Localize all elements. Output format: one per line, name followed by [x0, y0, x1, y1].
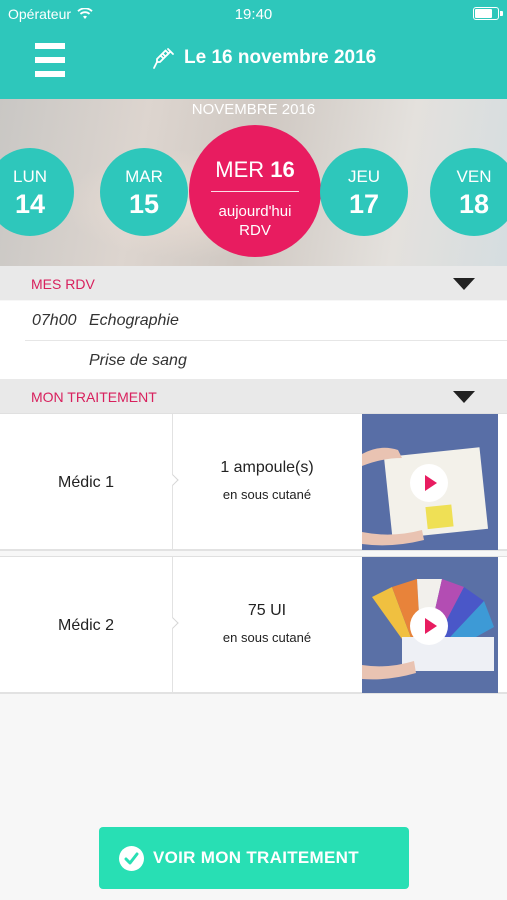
hamburger-menu-icon[interactable] [35, 43, 65, 77]
status-time: 19:40 [234, 6, 273, 23]
play-icon[interactable] [410, 607, 448, 645]
medication-route: en sous cutané [222, 487, 312, 502]
app-header: Opérateur 19:40 Le 16 novembre 2016 [0, 0, 507, 99]
battery-icon [473, 7, 503, 20]
day-name: JEU [347, 167, 381, 186]
day-number: 15 [128, 189, 160, 219]
day-number: 18 [458, 189, 490, 219]
appointment-label: Prise de sang [89, 352, 187, 369]
medication-dose: 1 ampoule(s) [220, 459, 314, 476]
treatment-title: MON TRAITEMENT [31, 389, 157, 405]
day-number: 14 [14, 189, 46, 219]
today-label: MER 16 [189, 157, 321, 183]
header-date: Le 16 novembre 2016 [184, 47, 377, 68]
syringe-icon [153, 48, 174, 69]
today-day-name: MER [215, 157, 265, 182]
today-subtitle-line1: aujourd'hui [218, 203, 292, 220]
battery-level [475, 9, 492, 18]
collapse-caret-icon[interactable] [453, 278, 475, 290]
appointment-time: 07h00 [32, 312, 77, 329]
view-treatment-button[interactable]: VOIR MON TRAITEMENT [99, 827, 409, 889]
appointment-item[interactable]: 07h00 Echographie [25, 301, 507, 340]
medication-card[interactable]: Médic 2 75 UI en sous cutané [0, 556, 507, 694]
check-circle-icon [119, 846, 144, 871]
header-title: Le 16 novembre 2016 [152, 46, 376, 70]
appointments-title: MES RDV [31, 276, 95, 292]
day-number: 17 [348, 189, 380, 219]
medication-video-thumbnail[interactable] [362, 557, 498, 693]
medication-video-thumbnail[interactable] [362, 414, 498, 550]
play-icon[interactable] [410, 464, 448, 502]
today-subtitle: aujourd'hui RDV [189, 202, 321, 240]
day-mar-15[interactable]: MAR 15 [100, 148, 188, 236]
today-divider [211, 191, 299, 192]
medication-dose: 75 UI [247, 602, 287, 619]
menu-bar [35, 43, 65, 49]
appointment-label: Echographie [89, 312, 179, 329]
appointments-list: 07h00 Echographie Prise de sang [0, 301, 507, 380]
status-bar: Opérateur 19:40 [0, 0, 507, 28]
medication-name: Médic 2 [57, 617, 115, 634]
appointment-item[interactable]: Prise de sang [25, 341, 507, 380]
menu-bar [35, 57, 65, 63]
day-name: VEN [456, 167, 492, 186]
appointments-section-header[interactable]: MES RDV [0, 266, 507, 300]
today-day-number: 16 [270, 157, 295, 182]
medication-route: en sous cutané [222, 630, 312, 645]
medication-name: Médic 1 [57, 474, 115, 491]
day-name: MAR [125, 167, 163, 186]
day-jeu-17[interactable]: JEU 17 [320, 148, 408, 236]
day-name: LUN [12, 167, 47, 186]
view-treatment-label: VOIR MON TRAITEMENT [153, 848, 359, 867]
today-subtitle-line2: RDV [239, 222, 271, 239]
treatment-section-header[interactable]: MON TRAITEMENT [0, 379, 507, 413]
collapse-caret-icon[interactable] [453, 391, 475, 403]
menu-bar [35, 71, 65, 77]
day-today-mer-16[interactable]: MER 16 aujourd'hui RDV [189, 125, 321, 257]
medication-card[interactable]: Médic 1 1 ampoule(s) en sous cutané [0, 413, 507, 551]
calendar-month: NOVEMBRE 2016 [191, 101, 316, 118]
